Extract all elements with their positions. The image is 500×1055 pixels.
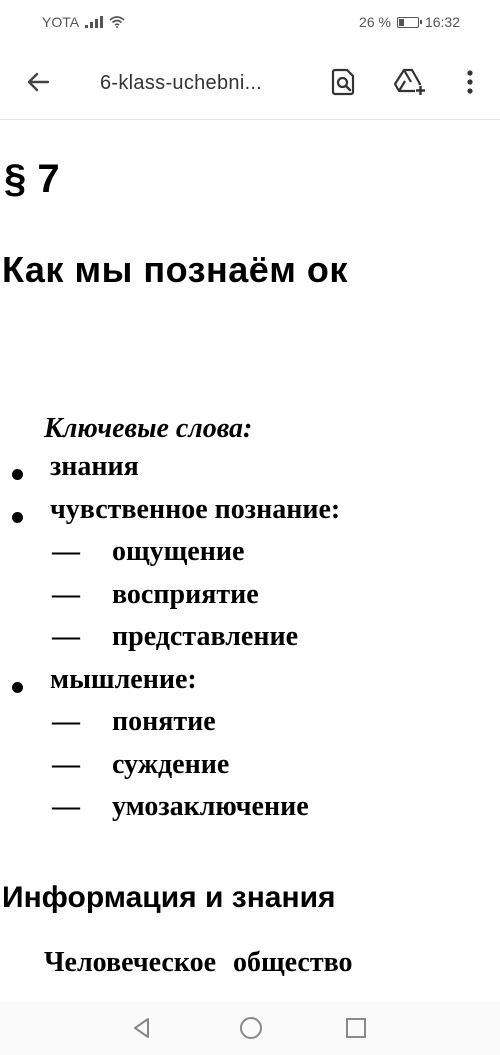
- body-text: Человеческое общество: [44, 947, 353, 978]
- home-circle-icon[interactable]: [237, 1014, 265, 1042]
- system-nav-bar: [0, 1002, 500, 1055]
- keyword-item: восприятие: [112, 578, 259, 610]
- signal-icon: [85, 16, 104, 28]
- keyword-item: понятие: [112, 706, 216, 737]
- bullet-icon: [12, 511, 23, 523]
- back-triangle-icon[interactable]: [128, 1014, 156, 1042]
- section-title: Информация и знания: [2, 881, 336, 914]
- app-bar: 6-klass-uchebni...: [0, 44, 500, 120]
- keyword-item: суждение: [112, 748, 230, 780]
- keyword-item: знания: [50, 451, 139, 482]
- paragraph-number: § 7: [4, 157, 60, 201]
- document-page[interactable]: § 7 Как мы познаём ок Ключевые слова: зн…: [0, 121, 500, 1001]
- keyword-item: ощущение: [112, 536, 245, 567]
- status-bar: YOTA 26 % 16:32: [0, 0, 500, 44]
- more-vert-icon[interactable]: [452, 64, 488, 100]
- keyword-item: чувственное познание:: [50, 493, 341, 525]
- bullet-icon: [12, 469, 23, 480]
- add-to-drive-icon[interactable]: [392, 64, 428, 100]
- battery-percent: 26 %: [359, 14, 391, 30]
- status-left: YOTA: [42, 14, 125, 30]
- dash-marker: —: [52, 748, 80, 780]
- clock: 16:32: [424, 14, 460, 30]
- keywords-heading: Ключевые слова:: [44, 413, 253, 444]
- dash-marker: —: [52, 578, 80, 610]
- dash-marker: —: [52, 621, 80, 652]
- wifi-icon: [109, 16, 125, 28]
- chapter-title: Как мы познаём ок: [2, 249, 348, 290]
- document-title: 6-klass-uchebni...: [100, 72, 263, 94]
- back-arrow-icon[interactable]: [22, 66, 54, 98]
- dash-marker: —: [52, 536, 80, 567]
- battery-icon: [396, 16, 422, 28]
- status-right: 26 % 16:32: [359, 14, 460, 30]
- keyword-item: мышление:: [50, 663, 197, 695]
- keyword-item: представление: [112, 621, 299, 652]
- search-document-icon[interactable]: [326, 64, 362, 100]
- keyword-item: умозаключение: [112, 791, 309, 822]
- dash-marker: —: [52, 791, 80, 822]
- carrier-name: YOTA: [42, 14, 80, 30]
- recents-square-icon[interactable]: [342, 1014, 370, 1042]
- bullet-icon: [12, 681, 23, 693]
- dash-marker: —: [52, 706, 80, 737]
